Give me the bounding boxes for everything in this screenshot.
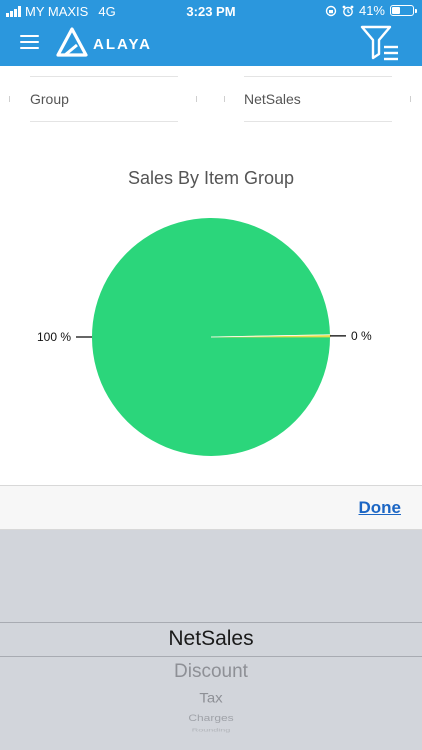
picker-toolbar: Done	[0, 485, 422, 530]
picker-option[interactable]: Discount	[0, 661, 422, 683]
field-divider	[410, 96, 411, 102]
group-field-label: Group	[30, 91, 69, 107]
field-divider	[9, 96, 10, 102]
picker-option[interactable]: Charges	[0, 713, 422, 724]
picker-option[interactable]: Tax	[0, 691, 422, 706]
field-divider	[224, 96, 225, 102]
pie-label-small: 0 %	[351, 329, 372, 343]
picker-option[interactable]: NetSales	[0, 627, 422, 651]
value-picker[interactable]: NetSales Discount Tax Charges Rounding	[0, 530, 422, 750]
chart-title: Sales By Item Group	[127, 168, 295, 188]
battery-icon	[390, 5, 417, 16]
app-bar: ALAYA	[0, 22, 422, 66]
app-header: MY MAXIS 4G 3:23 PM 41% ALAYA	[0, 0, 422, 66]
value-field[interactable]: NetSales	[244, 76, 392, 122]
group-field[interactable]: Group	[30, 76, 178, 122]
pie-chart: 100 % 0 %	[37, 218, 372, 457]
battery-percent: 41%	[358, 3, 385, 18]
hamburger-menu-icon[interactable]	[20, 35, 39, 49]
status-right: 41%	[325, 3, 417, 18]
filter-fields: Group NetSales	[0, 66, 422, 136]
alaya-logo-mark-icon	[56, 27, 88, 57]
alarm-icon	[342, 5, 354, 16]
pie-label-main: 100 %	[37, 330, 71, 344]
logo-text: ALAYA	[93, 35, 152, 53]
picker-option[interactable]: Rounding	[0, 728, 422, 733]
status-bar: MY MAXIS 4G 3:23 PM 41%	[0, 0, 422, 22]
value-field-label: NetSales	[244, 91, 301, 107]
orientation-lock-icon	[325, 5, 337, 16]
done-button[interactable]: Done	[359, 498, 402, 518]
battery-fill	[392, 7, 400, 14]
alaya-logo: ALAYA	[55, 27, 152, 57]
filter-list-icon[interactable]	[360, 24, 400, 62]
field-divider	[196, 96, 197, 102]
